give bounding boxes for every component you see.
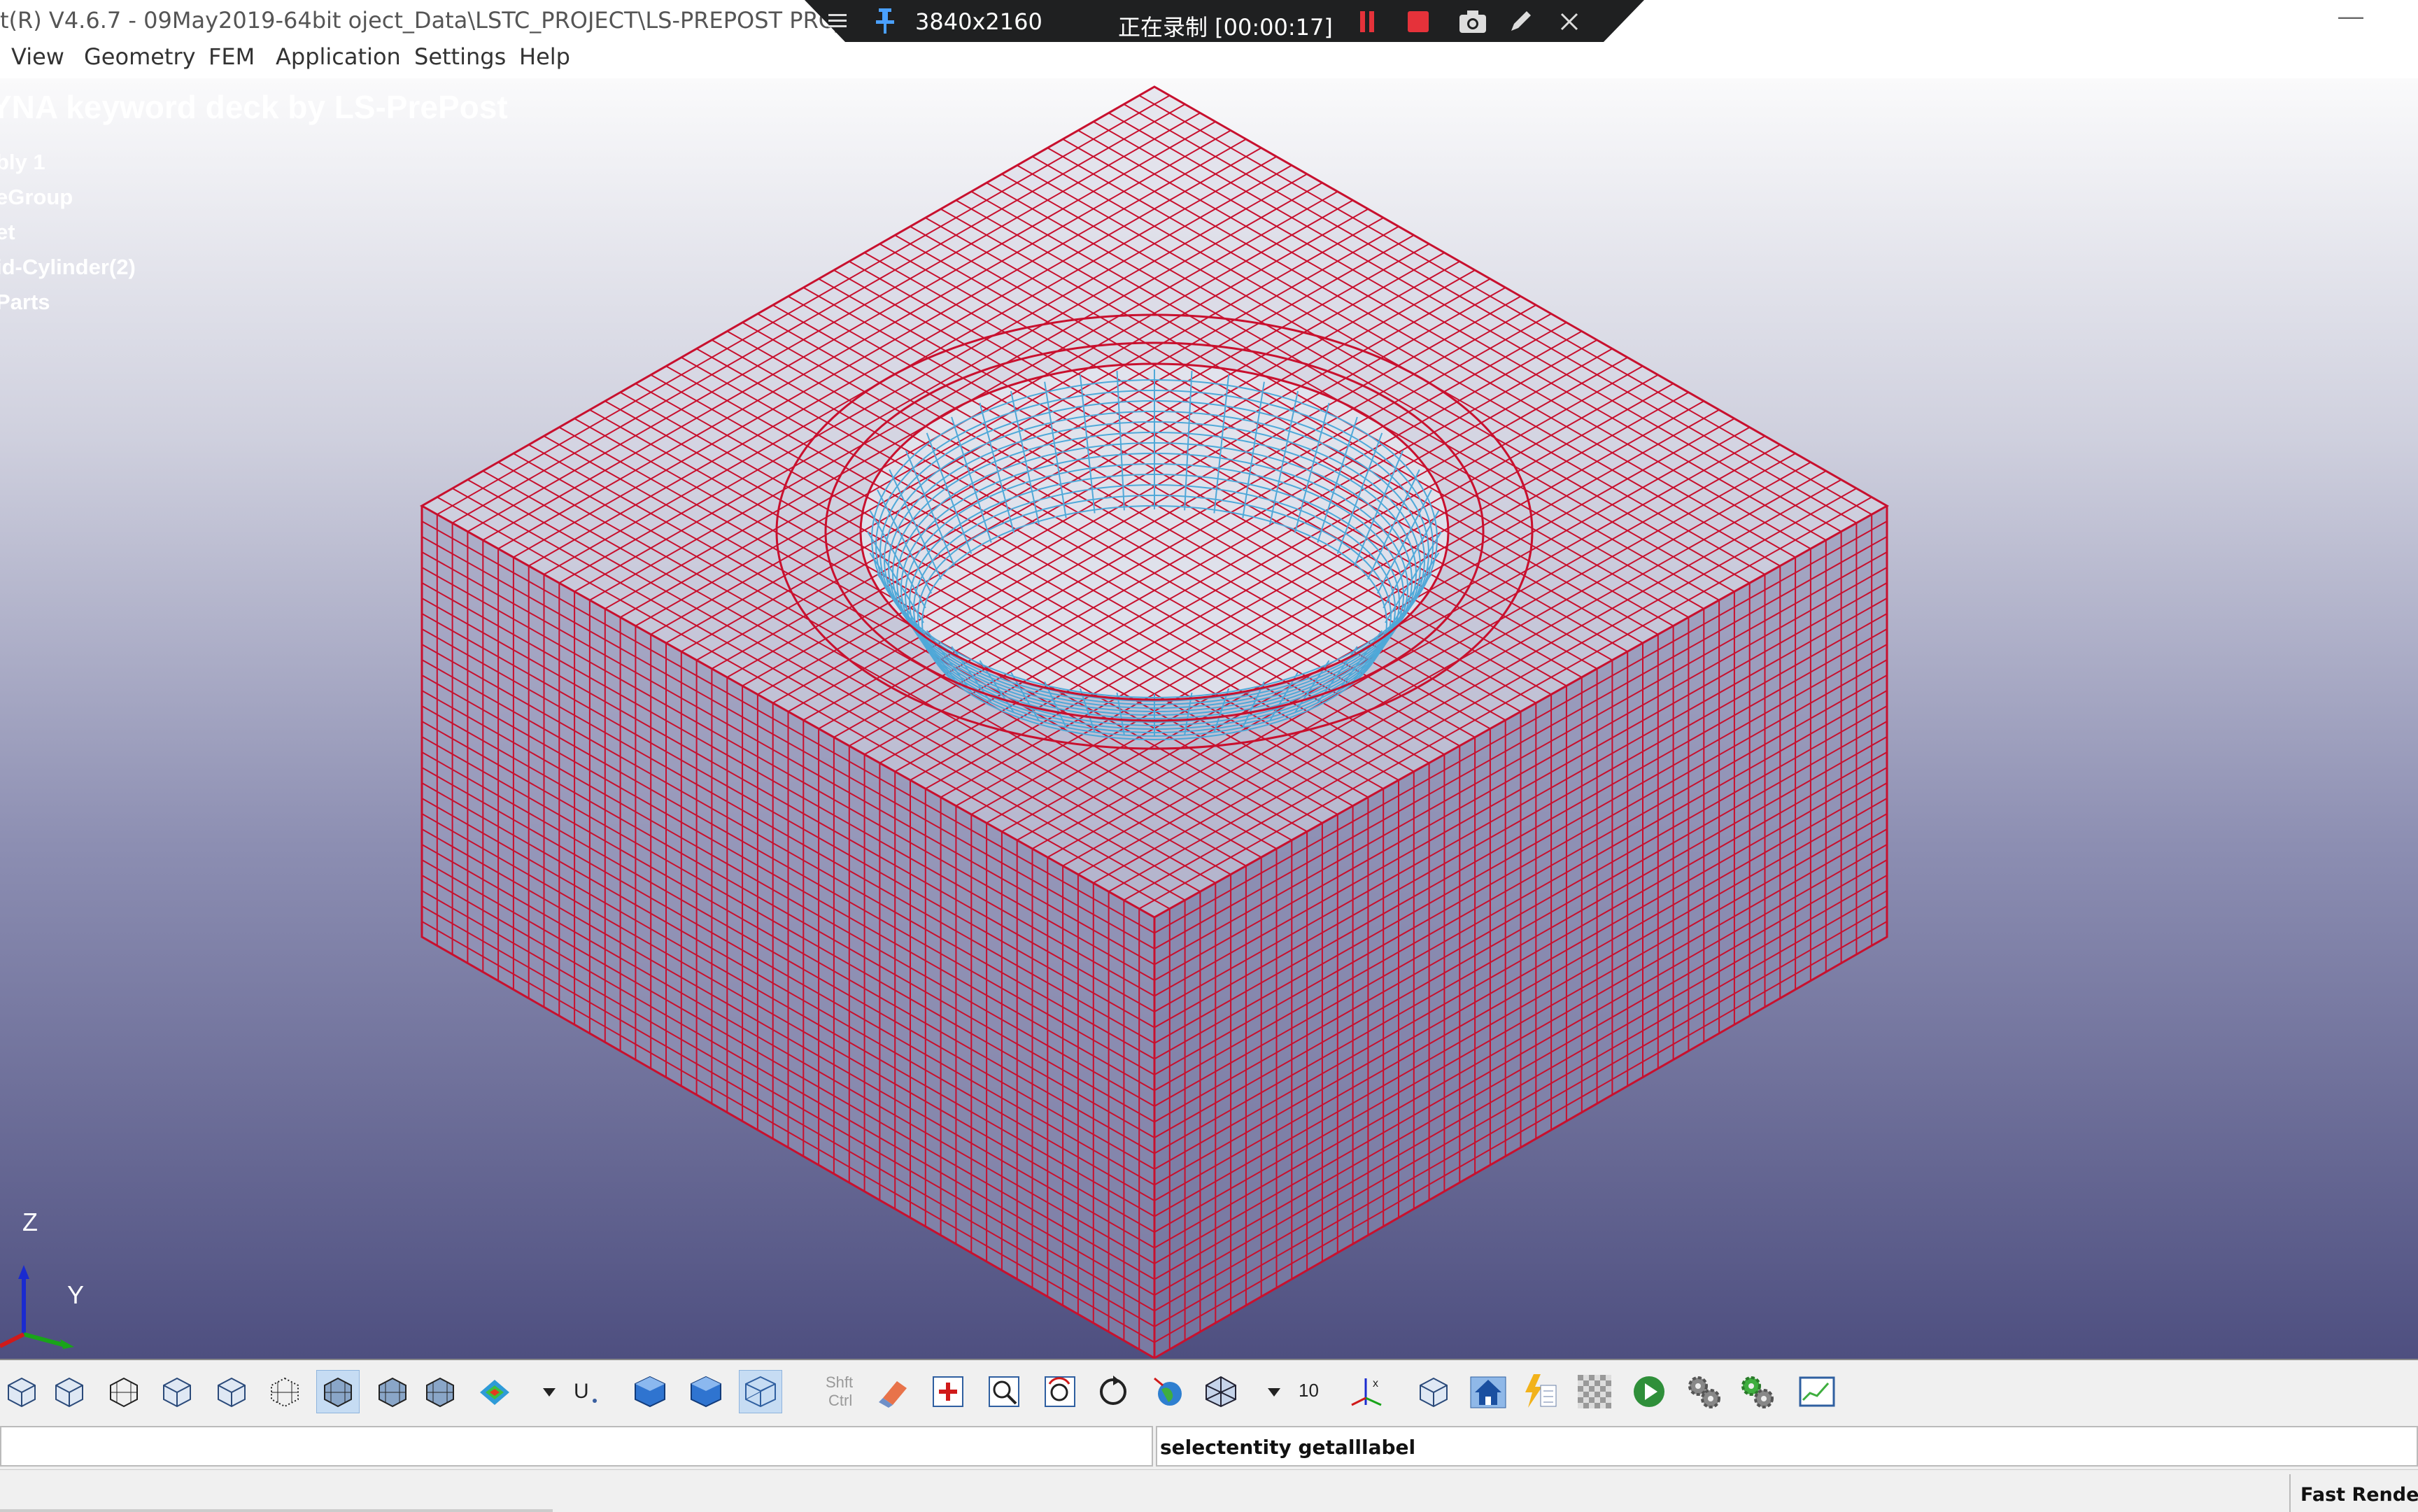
zoom-rotate-icon[interactable]	[1038, 1370, 1082, 1413]
minimize-button[interactable]: —	[2338, 1, 2363, 31]
zoom-in-icon[interactable]	[926, 1370, 970, 1413]
wire-cube-icon[interactable]	[102, 1370, 146, 1413]
u-icon[interactable]: U	[564, 1370, 607, 1413]
home-icon[interactable]	[1466, 1370, 1510, 1413]
graphics-viewport[interactable]: YNA keyword deck by LS-PrePost bly 1 eGr…	[0, 78, 2418, 1359]
svg-text:x: x	[1373, 1378, 1378, 1390]
toolbar: U Shft Ctrl 10 x	[0, 1359, 2418, 1425]
shaded-wire-cube-icon[interactable]	[371, 1370, 414, 1413]
menu-geometry[interactable]: Geometry	[84, 43, 196, 70]
progress-track	[0, 1509, 553, 1512]
axis-triad	[0, 1265, 74, 1349]
cube-icon[interactable]	[155, 1370, 199, 1413]
lightning-icon[interactable]	[1517, 1370, 1560, 1413]
recording-status: 正在录制 [00:00:17]	[1118, 14, 1333, 41]
status-bar: Fast Rendere	[0, 1469, 2418, 1512]
gears-green-icon[interactable]	[1735, 1370, 1779, 1413]
axis-y-label: Y	[67, 1280, 85, 1309]
menu-fem[interactable]: FEM	[208, 43, 255, 70]
blue-cube-icon[interactable]	[684, 1370, 728, 1413]
mesh-model	[419, 85, 1890, 1359]
svg-text:10: 10	[1299, 1380, 1319, 1401]
window-title: t(R) V4.6.7 - 09May2019-64bit oject_Data…	[0, 7, 894, 34]
recording-resolution: 3840x2160	[915, 8, 1042, 35]
screen-recorder-bar: 3840x2160 正在录制 [00:00:17]	[805, 0, 1644, 43]
command-area: selectentity getalllabel	[0, 1425, 2418, 1469]
cube-icon[interactable]	[1412, 1370, 1455, 1413]
gears-icon[interactable]	[1682, 1370, 1725, 1413]
axis-z-label: Z	[22, 1208, 38, 1236]
cube-icon[interactable]	[210, 1370, 253, 1413]
fringe-icon[interactable]	[473, 1370, 516, 1413]
svg-text:Ctrl: Ctrl	[828, 1392, 852, 1409]
globe-icon[interactable]	[1147, 1370, 1191, 1413]
line-width-value[interactable]: 10	[1287, 1370, 1331, 1413]
menu-help[interactable]: Help	[519, 43, 570, 70]
menu-view[interactable]: View	[11, 43, 64, 70]
wireframe-cube-icon[interactable]	[739, 1370, 782, 1413]
checker-icon[interactable]	[1573, 1370, 1616, 1413]
shift-ctrl-icon[interactable]: Shft Ctrl	[813, 1370, 869, 1413]
command-text: selectentity getalllabel	[1160, 1436, 1416, 1459]
fast-render-toggle[interactable]: Fast Rendere	[2289, 1474, 2418, 1512]
menu-settings[interactable]: Settings	[414, 43, 506, 70]
reset-icon[interactable]	[1091, 1370, 1135, 1413]
menu-application[interactable]: Application	[276, 43, 401, 70]
axis-cube-icon[interactable]	[1199, 1370, 1243, 1413]
svg-text:U: U	[574, 1380, 589, 1403]
shaded-wire-cube-icon[interactable]	[418, 1370, 462, 1413]
dots-cube-icon[interactable]	[263, 1370, 306, 1413]
blue-cube-icon[interactable]	[628, 1370, 672, 1413]
svg-text:Shft: Shft	[826, 1373, 853, 1391]
axes-icon[interactable]: x	[1345, 1370, 1388, 1413]
shaded-wire-cube-icon[interactable]	[316, 1370, 360, 1413]
fast-render-label: Fast Rendere	[2300, 1484, 2418, 1506]
menu-bar: View Geometry FEM Application Settings H…	[0, 42, 2418, 80]
cube-icon[interactable]	[0, 1370, 43, 1413]
play-icon[interactable]	[1627, 1370, 1671, 1413]
eraser-icon[interactable]	[872, 1370, 915, 1413]
cube-icon[interactable]	[48, 1370, 91, 1413]
graph-icon[interactable]	[1795, 1370, 1839, 1413]
zoom-window-icon[interactable]	[982, 1370, 1026, 1413]
message-panel	[0, 1426, 1153, 1467]
